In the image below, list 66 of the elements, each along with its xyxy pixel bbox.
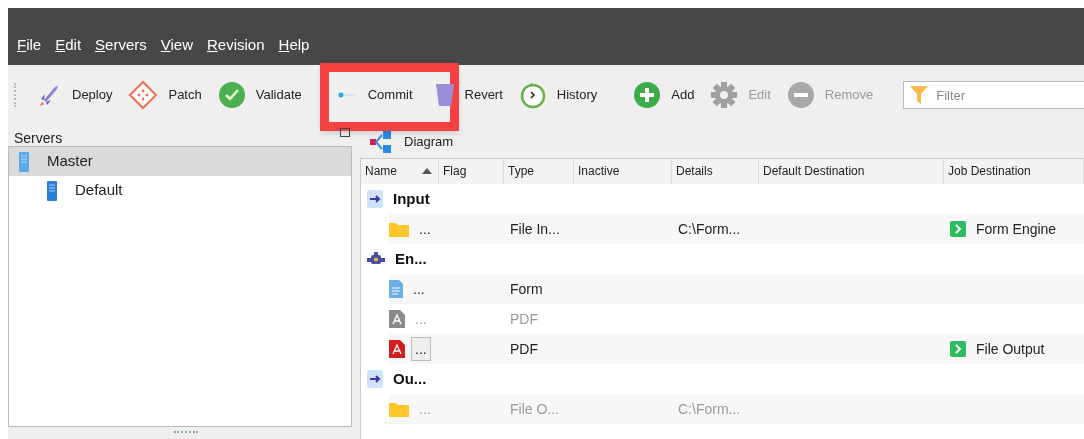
table-row[interactable]: ... PDF File Output (389, 334, 1084, 364)
table-row[interactable]: ... Form (389, 274, 1084, 304)
table-cell-text: Form Engine (976, 219, 1057, 239)
toolbar-button[interactable]: Validate (211, 75, 308, 115)
column-header[interactable]: Name (361, 159, 439, 184)
restore-icon (340, 128, 350, 137)
history-icon (518, 81, 547, 109)
settings-icon (710, 81, 739, 109)
table-row[interactable]: ... File In... C:\Form... Form Engine (389, 214, 1084, 244)
minus-icon (786, 81, 815, 109)
table-cell-text: PDF (509, 339, 539, 359)
server-icon (19, 151, 29, 172)
go-icon (950, 341, 966, 357)
toolbar-button[interactable]: Revert (428, 75, 509, 115)
server-icon (47, 180, 57, 201)
plus-icon (633, 81, 662, 109)
document-icon (389, 280, 403, 298)
column-header[interactable]: Type (504, 159, 574, 184)
diagram-button[interactable]: Diagram (368, 129, 456, 154)
menu-item[interactable]: Revision (207, 33, 265, 56)
filter-field[interactable]: Filter (903, 81, 1084, 109)
column-header[interactable]: Flag (439, 159, 504, 184)
toolbar-button[interactable]: Commit (331, 75, 419, 115)
name-cell[interactable]: ... (409, 277, 429, 301)
name-cell[interactable]: ... (415, 217, 435, 241)
group-row[interactable]: Input (361, 184, 1084, 214)
group-label: Input (393, 188, 430, 209)
trash-icon (434, 82, 455, 108)
menu-item[interactable]: Edit (55, 33, 82, 56)
go-icon (950, 221, 966, 237)
menu-item[interactable]: File (17, 33, 42, 56)
menu-item[interactable]: View (160, 33, 193, 56)
column-header[interactable]: Job Destination (944, 159, 1084, 184)
group-label: En... (395, 248, 427, 269)
column-header[interactable]: Default Destination (759, 159, 944, 184)
group-label: Ou... (393, 368, 427, 389)
table-cell-text: C:\Form... (677, 399, 742, 419)
filter-icon (909, 84, 930, 106)
column-header[interactable]: Details (672, 159, 759, 184)
tree-item[interactable]: Default (9, 176, 351, 205)
name-cell[interactable]: ... (411, 337, 431, 361)
tree-item[interactable]: Master (9, 147, 351, 176)
table-cell-text: C:\Form... (677, 219, 742, 239)
menu-item[interactable]: Servers (95, 33, 147, 56)
commit-icon (337, 92, 358, 98)
pdf-icon (389, 310, 405, 328)
toolbar-button[interactable]: History (512, 75, 604, 115)
menu-item[interactable]: Help (278, 33, 310, 56)
toolbar-button[interactable]: Patch (122, 75, 208, 115)
table-cell-text: Form (509, 279, 544, 299)
table-cell-text: File Output (976, 339, 1045, 359)
diamond-icon (128, 80, 159, 110)
panel-title: Servers (14, 130, 63, 146)
folder-icon (389, 221, 409, 237)
pdf-icon (389, 340, 405, 358)
toolbar-button[interactable]: Deploy (30, 75, 119, 115)
folder-icon (389, 401, 409, 417)
check-icon (217, 81, 246, 109)
table-cell-text: File In... (509, 219, 561, 239)
toolbar-button[interactable]: Add (627, 75, 701, 115)
table-cell-text: PDF (509, 309, 539, 329)
engine-icon (367, 252, 385, 266)
group-row[interactable]: Ou... (361, 364, 1084, 394)
column-header[interactable]: Inactive (574, 159, 672, 184)
group-row[interactable]: En... (361, 244, 1084, 274)
table-cell-text: File O... (509, 399, 560, 419)
